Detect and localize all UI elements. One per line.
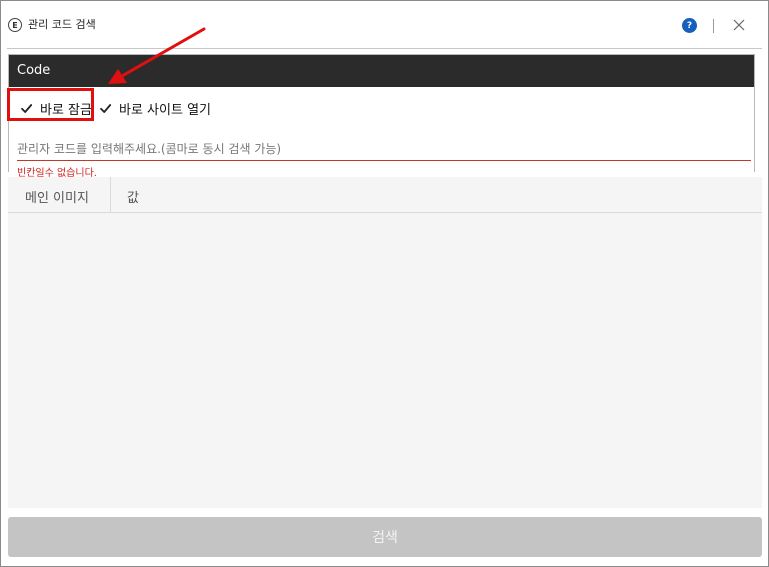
result-table-header: 메인 이미지 값 [8, 177, 762, 213]
close-icon-glyph [733, 19, 745, 31]
result-table: 메인 이미지 값 [8, 177, 762, 508]
open-site-checkbox[interactable]: 바로 사이트 열기 [99, 99, 211, 118]
open-site-checkbox-label: 바로 사이트 열기 [119, 103, 211, 118]
title-separator [713, 19, 714, 33]
column-separator [110, 177, 111, 213]
annotation-highlight-box [7, 88, 94, 121]
app-logo-icon: E [8, 18, 22, 32]
question-circle-icon[interactable]: ? [682, 18, 697, 33]
code-panel-header: Code [9, 55, 754, 87]
column-main-image[interactable]: 메인 이미지 [25, 187, 89, 206]
admin-code-input[interactable] [17, 138, 751, 161]
title-bar: E 관리 코드 검색 ? [1, 1, 768, 49]
column-value[interactable]: 값 [127, 187, 139, 206]
window-title: 관리 코드 검색 [28, 18, 96, 31]
title-divider [7, 48, 762, 49]
search-button[interactable]: 검색 [8, 517, 762, 557]
dialog-window: E 관리 코드 검색 ? Code 바로 잠금 바로 사이트 열기 빈칸일수 없… [0, 0, 769, 567]
close-icon[interactable] [731, 17, 747, 33]
checkbox-checked-icon [100, 104, 112, 113]
